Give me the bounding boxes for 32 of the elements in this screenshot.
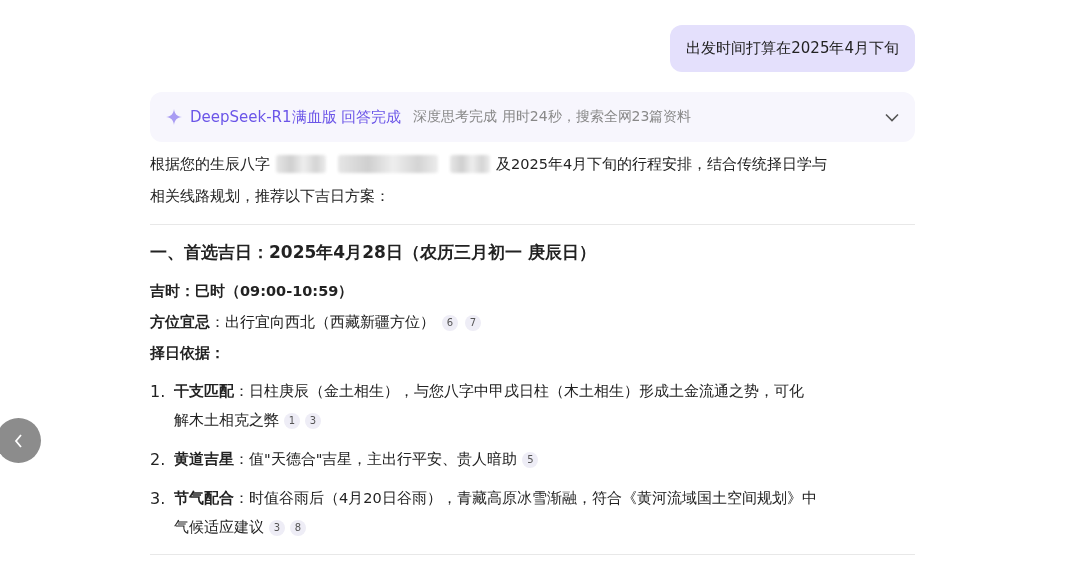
search-summary: 深度思考完成 用时24秒，搜索全网23篇资料 <box>413 108 693 126</box>
citation-badge[interactable]: 3 <box>269 519 285 536</box>
chevron-left-icon <box>12 433 25 448</box>
detail-line: 择日依据： <box>150 344 225 363</box>
intro-text: 及2025年4月下旬的行程安排，结合传统择日学与 <box>496 155 828 174</box>
blurred-text <box>450 155 490 173</box>
list-item-text: 气候适应建议 <box>174 518 264 537</box>
previous-button[interactable] <box>0 418 41 463</box>
citation-badge[interactable]: 5 <box>522 451 539 468</box>
user-message: 出发时间打算在2025年4月下旬 <box>670 25 915 72</box>
citation-badge[interactable]: 1 <box>284 412 300 429</box>
detail-line: 吉时：巳时（09:00-10:59） <box>150 282 354 301</box>
list-item-text: 节气配合：时值谷雨后（4月20日谷雨），青藏高原冰雪渐融，符合《黄河流域国土空间规划》中 <box>174 489 817 508</box>
expand-toggle[interactable] <box>885 112 899 122</box>
list-item-text: 解木土相克之弊 <box>174 411 279 430</box>
list-number: 1. <box>150 381 166 403</box>
chevron-down-icon <box>885 112 899 122</box>
list-item-text: 黄道吉星：值"天德合"吉星，主出行平安、贵人暗助 <box>174 450 518 469</box>
citation-badge[interactable]: 3 <box>305 412 321 429</box>
model-status: DeepSeek-R1满血版 回答完成 <box>190 107 402 127</box>
list-item-text: 干支匹配：日柱庚辰（金土相生），与您八字中甲戌日柱（木土相生）形成土金流通之势，可化 <box>174 382 804 401</box>
sparkle-icon <box>166 109 182 125</box>
citation-badge[interactable]: 8 <box>290 519 306 536</box>
detail-line: 方位宜忌：出行宜向西北（西藏新疆方位） <box>150 313 435 332</box>
citation-badge[interactable]: 7 <box>465 314 481 331</box>
intro-text: 根据您的生辰八字 <box>150 155 270 174</box>
blurred-text <box>276 155 326 173</box>
intro-text: 相关线路规划，推荐以下吉日方案： <box>150 187 390 206</box>
list-number: 2. <box>150 449 166 471</box>
list-number: 3. <box>150 488 166 510</box>
section-heading: 一、首选吉日：2025年4月28日（农历三月初一 庚辰日） <box>150 241 597 264</box>
citation-badge[interactable]: 6 <box>442 314 458 331</box>
